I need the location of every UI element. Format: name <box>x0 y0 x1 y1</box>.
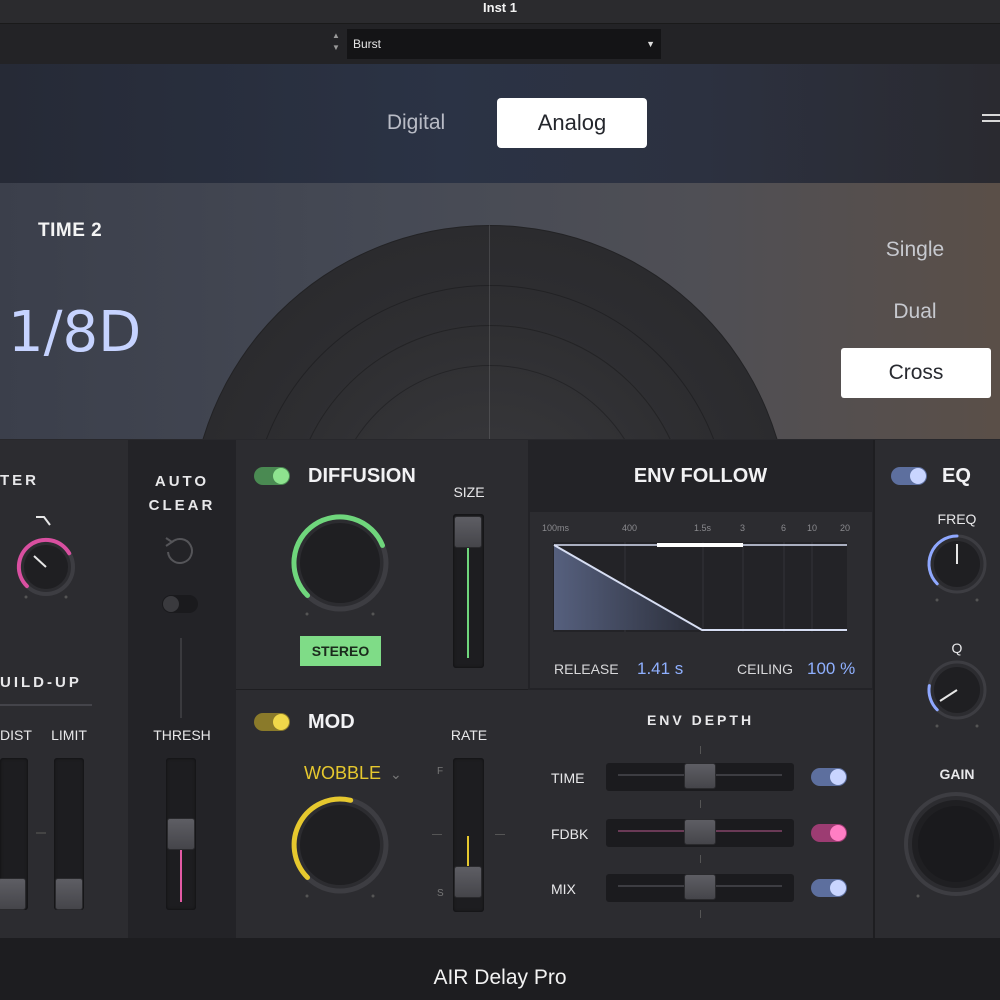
rate-tick <box>432 834 442 835</box>
eq-toggle[interactable] <box>891 467 927 485</box>
rate-slow-label: S <box>437 888 444 899</box>
refresh-icon[interactable] <box>158 532 202 572</box>
mod-shape-select[interactable]: WOBBLE ⌄ <box>304 763 402 784</box>
env-curve[interactable] <box>550 540 850 640</box>
thresh-fader[interactable] <box>166 758 196 910</box>
thresh-fader-thumb[interactable] <box>167 818 195 850</box>
eq-gain-knob[interactable] <box>900 788 1000 900</box>
preset-down-icon[interactable]: ▼ <box>330 42 342 54</box>
depth-mix-toggle[interactable] <box>811 879 847 897</box>
dist-fader[interactable] <box>0 758 28 910</box>
menu-icon[interactable] <box>982 114 1000 128</box>
rate-fast-label: F <box>437 766 444 777</box>
mod-title: MOD <box>308 711 355 733</box>
depth-time-label: TIME <box>551 770 585 786</box>
env-depth-title: ENV DEPTH <box>646 712 755 728</box>
mod-shape-value: WOBBLE <box>304 763 382 783</box>
buildup-title: UILD-UP <box>0 674 82 691</box>
mod-knob[interactable] <box>285 790 395 900</box>
filter-knob[interactable] <box>0 505 120 605</box>
filter-title: TER <box>0 472 39 489</box>
window-titlebar: Inst 1 <box>0 0 1000 24</box>
tap-cross-button[interactable]: Cross <box>841 348 991 398</box>
limit-fader[interactable] <box>54 758 84 910</box>
eq-q-label: Q <box>951 640 963 656</box>
plugin-window: { "window": { "title": "Inst 1", "footer… <box>0 0 1000 1000</box>
env-scale-100ms: 100ms <box>542 523 570 533</box>
autoclear-toggle[interactable] <box>162 595 198 613</box>
depth-fdbk-label: FDBK <box>551 826 589 842</box>
env-scale-400: 400 <box>622 523 638 533</box>
thresh-label: THRESH <box>153 727 211 743</box>
mod-toggle[interactable] <box>254 713 290 731</box>
preset-name: Burst <box>353 37 382 51</box>
depth-fdbk-slider[interactable] <box>606 819 794 847</box>
window-title: Inst 1 <box>483 0 517 15</box>
preset-up-icon[interactable]: ▲ <box>330 30 342 42</box>
rate-label: RATE <box>450 727 488 743</box>
release-label: RELEASE <box>554 661 619 677</box>
eq-freq-label: FREQ <box>937 511 977 527</box>
chevron-down-icon: ⌄ <box>390 766 402 782</box>
limit-label: LIMIT <box>51 727 87 743</box>
size-label: SIZE <box>453 484 485 500</box>
mode-analog-button[interactable]: Analog <box>497 98 647 148</box>
autoclear-title-1: AUTO <box>154 473 210 490</box>
time-display <box>0 183 1000 439</box>
env-scale-10: 10 <box>807 523 818 533</box>
depth-time-toggle[interactable] <box>811 768 847 786</box>
depth-tick <box>700 855 701 863</box>
env-scale-20: 20 <box>840 523 851 533</box>
depth-tick <box>700 746 701 754</box>
buildup-divider <box>0 704 92 706</box>
diffusion-knob[interactable] <box>285 508 395 618</box>
depth-fdbk-toggle[interactable] <box>811 824 847 842</box>
size-fader-thumb[interactable] <box>454 516 482 548</box>
eq-title: EQ <box>942 465 971 487</box>
env-follow-title: ENV FOLLOW <box>633 465 768 487</box>
time-label: TIME 2 <box>38 220 103 241</box>
eq-freq-knob[interactable] <box>925 530 995 604</box>
fader-tick <box>36 832 46 834</box>
diffusion-toggle[interactable] <box>254 467 290 485</box>
release-value[interactable]: 1.41 s <box>637 659 683 679</box>
eq-q-knob[interactable] <box>925 656 995 730</box>
preset-stepper[interactable]: ▲ ▼ <box>330 30 342 58</box>
rate-tick <box>495 834 505 835</box>
autoclear-divider <box>180 638 182 718</box>
limit-fader-thumb[interactable] <box>55 878 83 910</box>
env-scale-1.5s: 1.5s <box>694 523 712 533</box>
ceiling-label: CEILING <box>737 661 794 677</box>
depth-time-slider[interactable] <box>606 763 794 791</box>
depth-mix-label: MIX <box>551 881 576 897</box>
tap-dual-button[interactable]: Dual <box>860 294 970 330</box>
depth-mix-slider[interactable] <box>606 874 794 902</box>
dist-fader-thumb[interactable] <box>0 878 26 910</box>
tap-single-button[interactable]: Single <box>860 232 970 268</box>
footer-title: AIR Delay Pro <box>433 966 567 989</box>
ceiling-value[interactable]: 100 % <box>807 659 855 679</box>
depth-mix-thumb[interactable] <box>684 874 716 900</box>
autoclear-title-2: CLEAR <box>148 497 216 514</box>
chevron-down-icon: ▼ <box>646 39 655 49</box>
divider <box>236 689 528 690</box>
dist-label: DIST <box>0 727 32 743</box>
depth-tick <box>700 910 701 918</box>
preset-select[interactable]: Burst ▼ <box>347 29 661 59</box>
depth-tick <box>700 800 701 808</box>
depth-fdbk-thumb[interactable] <box>684 819 716 845</box>
mode-digital-button[interactable]: Digital <box>360 98 472 148</box>
time-value[interactable]: 1/8D <box>8 300 141 365</box>
env-scale-3: 3 <box>740 523 746 533</box>
size-fader[interactable] <box>453 514 484 668</box>
eq-gain-label: GAIN <box>939 766 975 782</box>
rate-fader[interactable] <box>453 758 484 912</box>
stereo-button[interactable]: STEREO <box>300 636 381 666</box>
depth-time-thumb[interactable] <box>684 763 716 789</box>
vinyl-graphic <box>190 225 790 439</box>
diffusion-title: DIFFUSION <box>308 465 416 487</box>
env-scale-6: 6 <box>781 523 787 533</box>
rate-fader-thumb[interactable] <box>454 866 482 898</box>
